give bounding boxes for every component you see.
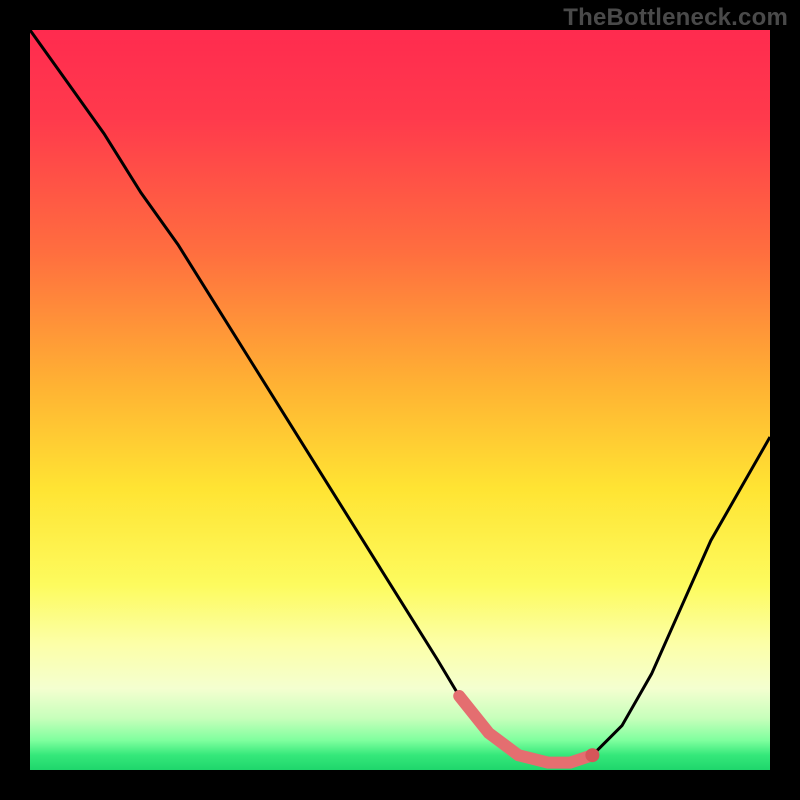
watermark-text: TheBottleneck.com [563, 4, 788, 32]
plot-area [30, 30, 770, 770]
trough-highlight [459, 696, 592, 763]
curve-svg [30, 30, 770, 770]
marker-dot [585, 748, 599, 762]
bottleneck-curve [30, 30, 770, 763]
chart-frame: TheBottleneck.com [0, 0, 800, 800]
